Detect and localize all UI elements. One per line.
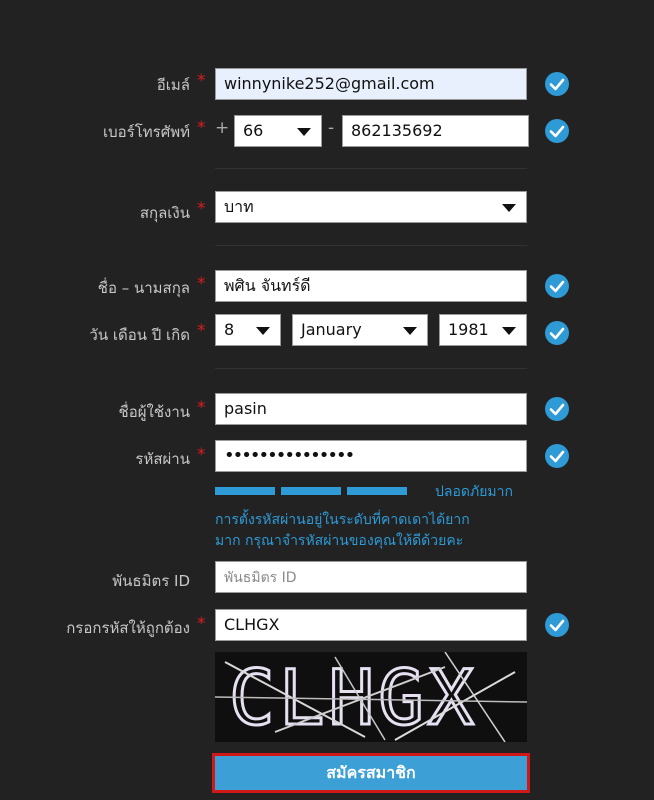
required-mark: * [197, 445, 206, 465]
fullname-label: ชื่อ – นามสกุล [97, 279, 190, 297]
check-circle-icon [545, 72, 569, 96]
register-button[interactable]: สมัครสมาชิก [215, 756, 527, 790]
birth-month-value: January [301, 320, 362, 339]
required-mark: * [197, 199, 206, 219]
phone-number-field[interactable]: 862135692 [342, 115, 529, 147]
check-circle-icon [545, 613, 569, 637]
currency-value: บาท [224, 197, 254, 216]
birth-year-value: 1981 [448, 320, 489, 339]
phone-label: เบอร์โทรศัพท์ [102, 123, 190, 141]
fullname-field[interactable]: พศิน จันทร์ดี [215, 270, 527, 302]
country-code-value: 66 [243, 121, 264, 140]
captcha-label: กรอกรหัสให้ถูกต้อง [66, 619, 190, 637]
captcha-image: CLHGX [215, 652, 527, 742]
required-mark: * [197, 71, 206, 91]
birth-month-select[interactable]: January [292, 314, 428, 346]
caret-down-icon [403, 327, 417, 335]
required-mark: * [197, 274, 206, 294]
strength-bar-segment [347, 487, 407, 495]
check-circle-icon [545, 119, 569, 143]
username-field[interactable]: pasin [215, 393, 527, 425]
birthdate-label: วัน เดือน ปี เกิด [89, 326, 190, 344]
password-field[interactable]: ••••••••••••••• [215, 440, 527, 472]
section-divider [215, 168, 527, 169]
caret-down-icon [502, 204, 516, 212]
partner-id-field[interactable]: พันธมิตร ID [215, 561, 527, 593]
strength-text: ปลอดภัยมาก [435, 484, 513, 500]
section-divider [215, 245, 527, 246]
email-field[interactable]: winnynike252@gmail.com [215, 68, 527, 100]
caret-down-icon [502, 327, 516, 335]
section-divider [215, 368, 527, 369]
country-code-select[interactable]: 66 [234, 115, 322, 147]
currency-label: สกุลเงิน [139, 204, 190, 222]
birth-day-select[interactable]: 8 [215, 314, 281, 346]
caret-down-icon [256, 327, 270, 335]
strength-message-line1: การตั้งรหัสผ่านอยู่ในระดับที่คาดเดาได้ยา… [215, 512, 470, 528]
required-mark: * [197, 614, 206, 634]
plus-sign: + [215, 118, 230, 138]
caret-down-icon [297, 128, 311, 136]
check-circle-icon [545, 397, 569, 421]
strength-message-line2: มาก กรุณาจำรหัสผ่านของคุณให้ดีด้วยคะ [215, 533, 464, 549]
check-circle-icon [545, 444, 569, 468]
required-mark: * [197, 118, 206, 138]
email-label: อีเมล์ [156, 76, 190, 94]
required-mark: * [197, 321, 206, 341]
partner-id-placeholder: พันธมิตร ID [224, 570, 297, 586]
check-circle-icon [545, 274, 569, 298]
submit-button-frame: สมัครสมาชิก [212, 753, 530, 793]
birth-year-select[interactable]: 1981 [439, 314, 527, 346]
check-circle-icon [545, 321, 569, 345]
password-label: รหัสผ่าน [135, 450, 190, 468]
dash-separator: - [328, 118, 335, 138]
strength-bar-segment [215, 487, 275, 495]
captcha-field[interactable]: CLHGX [215, 609, 527, 641]
username-label: ชื่อผู้ใช้งาน [118, 403, 190, 421]
required-mark: * [197, 398, 206, 418]
strength-bar-segment [281, 487, 341, 495]
birth-day-value: 8 [224, 320, 235, 339]
currency-select[interactable]: บาท [215, 191, 527, 223]
partner-label: พันธมิตร ID [112, 572, 190, 590]
